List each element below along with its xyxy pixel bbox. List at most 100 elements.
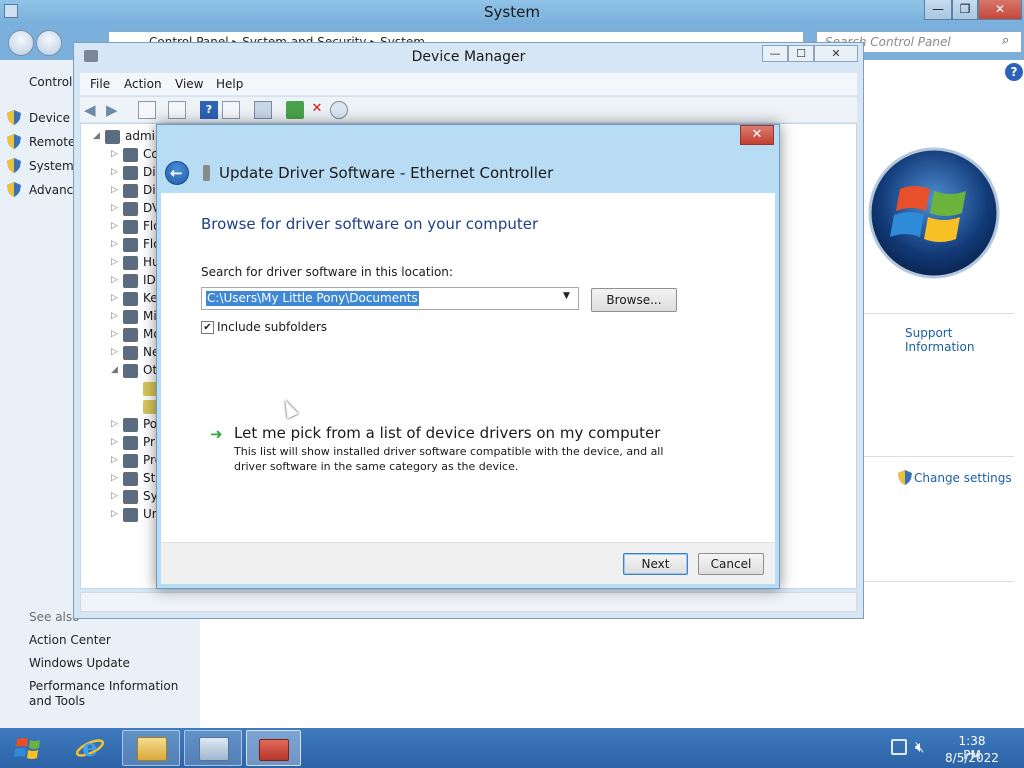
update-driver-dialog: ✕ ← Update Driver Software - Ethernet Co…: [156, 124, 780, 589]
menu-file[interactable]: File: [90, 77, 110, 91]
include-subfolders-checkbox[interactable]: ✔: [201, 321, 214, 334]
system-window-icon: [4, 4, 18, 18]
dm-close-button[interactable]: ✕: [814, 45, 858, 62]
next-button[interactable]: Next: [623, 553, 688, 575]
show-hide-action-pane-icon[interactable]: [222, 101, 240, 119]
sidebar-link-remote-settings[interactable]: Remote: [29, 135, 75, 149]
see-also-heading: See also: [29, 610, 80, 624]
expand-icon[interactable]: ▷: [111, 221, 118, 231]
scan-hardware-icon[interactable]: [254, 101, 272, 119]
dialog-footer: Next Cancel: [161, 542, 775, 584]
floppy-controller-icon: [123, 238, 138, 252]
dropdown-arrow-icon[interactable]: ▼: [563, 291, 570, 301]
ports-icon: [123, 418, 138, 432]
change-settings-link[interactable]: Change settings: [914, 471, 1012, 485]
device-manager-taskbar-button[interactable]: [246, 730, 301, 766]
expand-icon[interactable]: ▷: [111, 473, 118, 483]
back-arrow-icon[interactable]: ◀: [84, 101, 102, 119]
forward-button[interactable]: [36, 30, 62, 56]
file-explorer-button[interactable]: [122, 730, 180, 766]
browse-heading: Browse for driver software on your compu…: [201, 215, 539, 233]
device-manager-title: Device Manager: [411, 49, 526, 65]
search-icon[interactable]: ⌕: [1002, 33, 1009, 48]
control-panel-button[interactable]: [184, 730, 242, 766]
expand-icon[interactable]: ▷: [111, 311, 118, 321]
disable-device-icon[interactable]: [330, 101, 348, 119]
disk-drive-icon: [123, 166, 138, 180]
mouse-icon: [123, 310, 138, 324]
control-panel-home-link[interactable]: Control: [29, 75, 72, 89]
forward-arrow-icon[interactable]: ▶: [106, 101, 124, 119]
control-panel-icon: [199, 737, 229, 761]
dialog-close-button[interactable]: ✕: [740, 125, 774, 145]
expand-icon[interactable]: ▷: [111, 437, 118, 447]
help-icon[interactable]: ?: [200, 101, 218, 119]
other-devices-icon: [123, 364, 138, 378]
expand-icon[interactable]: ▷: [111, 149, 118, 159]
driver-path-combobox[interactable]: C:\Users\My Little Pony\Documents ▼: [201, 287, 579, 310]
expand-icon[interactable]: ▷: [111, 185, 118, 195]
expand-icon[interactable]: ▷: [111, 455, 118, 465]
expand-icon[interactable]: ▷: [111, 167, 118, 177]
toolbar: ◀ ▶ ? ✕: [80, 96, 857, 122]
menu-action[interactable]: Action: [124, 77, 162, 91]
volume-muted-icon[interactable]: 🔇︎: [915, 738, 924, 756]
computer-icon: [123, 148, 138, 162]
menu-view[interactable]: View: [175, 77, 203, 91]
pick-from-list-description: This list will show installed driver sof…: [234, 445, 664, 473]
uninstall-icon[interactable]: ✕: [308, 101, 326, 119]
expand-icon[interactable]: ▷: [111, 275, 118, 285]
toolbox-icon: [259, 739, 289, 761]
ethernet-device-icon: [203, 165, 210, 181]
back-button[interactable]: [8, 30, 34, 56]
support-information-link[interactable]: Support Information: [905, 326, 1024, 354]
dm-maximize-button[interactable]: ☐: [788, 45, 814, 62]
dialog-back-button[interactable]: ←: [165, 161, 189, 185]
properties-icon[interactable]: [168, 101, 186, 119]
expand-icon[interactable]: ▷: [111, 419, 118, 429]
system-maximize-button[interactable]: ❐: [952, 0, 978, 20]
internet-explorer-button[interactable]: e: [62, 730, 118, 766]
collapse-icon[interactable]: ◢: [111, 365, 118, 375]
shield-icon: [7, 182, 21, 197]
storage-controller-icon: [123, 472, 138, 486]
expand-icon[interactable]: ▷: [111, 203, 118, 213]
network-status-icon[interactable]: [891, 739, 907, 755]
cancel-button[interactable]: Cancel: [698, 553, 764, 575]
clock-date[interactable]: 8/5/2022: [945, 751, 999, 765]
action-center-link[interactable]: Action Center: [29, 633, 111, 647]
system-close-button[interactable]: ✕: [978, 0, 1022, 20]
computer-icon: [105, 130, 120, 144]
expand-icon[interactable]: ▷: [111, 239, 118, 249]
search-location-label: Search for driver software in this locat…: [201, 265, 453, 279]
menu-help[interactable]: Help: [216, 77, 243, 91]
system-window-title: System: [484, 3, 540, 21]
pick-from-list-link[interactable]: Let me pick from a list of device driver…: [234, 424, 660, 442]
hid-icon: [123, 256, 138, 270]
tree-item-label: Mi: [143, 309, 157, 323]
expand-icon[interactable]: ▷: [111, 293, 118, 303]
expand-icon[interactable]: ▷: [111, 347, 118, 357]
expand-icon[interactable]: ▷: [111, 491, 118, 501]
expand-icon[interactable]: ▷: [111, 329, 118, 339]
performance-information-link[interactable]: Performance Information and Tools: [29, 679, 194, 709]
internet-explorer-icon: e: [75, 733, 105, 762]
driver-path-value[interactable]: C:\Users\My Little Pony\Documents: [206, 291, 419, 306]
expand-icon[interactable]: ▷: [111, 257, 118, 267]
dm-minimize-button[interactable]: —: [762, 45, 788, 62]
collapse-icon[interactable]: ◢: [93, 131, 100, 141]
status-bar: [80, 592, 857, 612]
expand-icon[interactable]: ▷: [111, 509, 118, 519]
windows-update-link[interactable]: Windows Update: [29, 656, 130, 670]
help-icon[interactable]: ?: [1005, 63, 1023, 81]
browse-button[interactable]: Browse...: [591, 288, 677, 312]
include-subfolders-label[interactable]: Include subfolders: [217, 320, 327, 334]
update-driver-icon[interactable]: [286, 101, 304, 119]
tree-item-label: Di: [143, 165, 156, 179]
dialog-body: Browse for driver software on your compu…: [161, 193, 775, 542]
green-arrow-icon[interactable]: ➜: [210, 425, 223, 443]
show-hide-console-tree-icon[interactable]: [138, 101, 156, 119]
start-button-windows-icon[interactable]: [2, 730, 56, 766]
system-minimize-button[interactable]: —: [924, 0, 952, 20]
shield-icon: [7, 110, 21, 125]
